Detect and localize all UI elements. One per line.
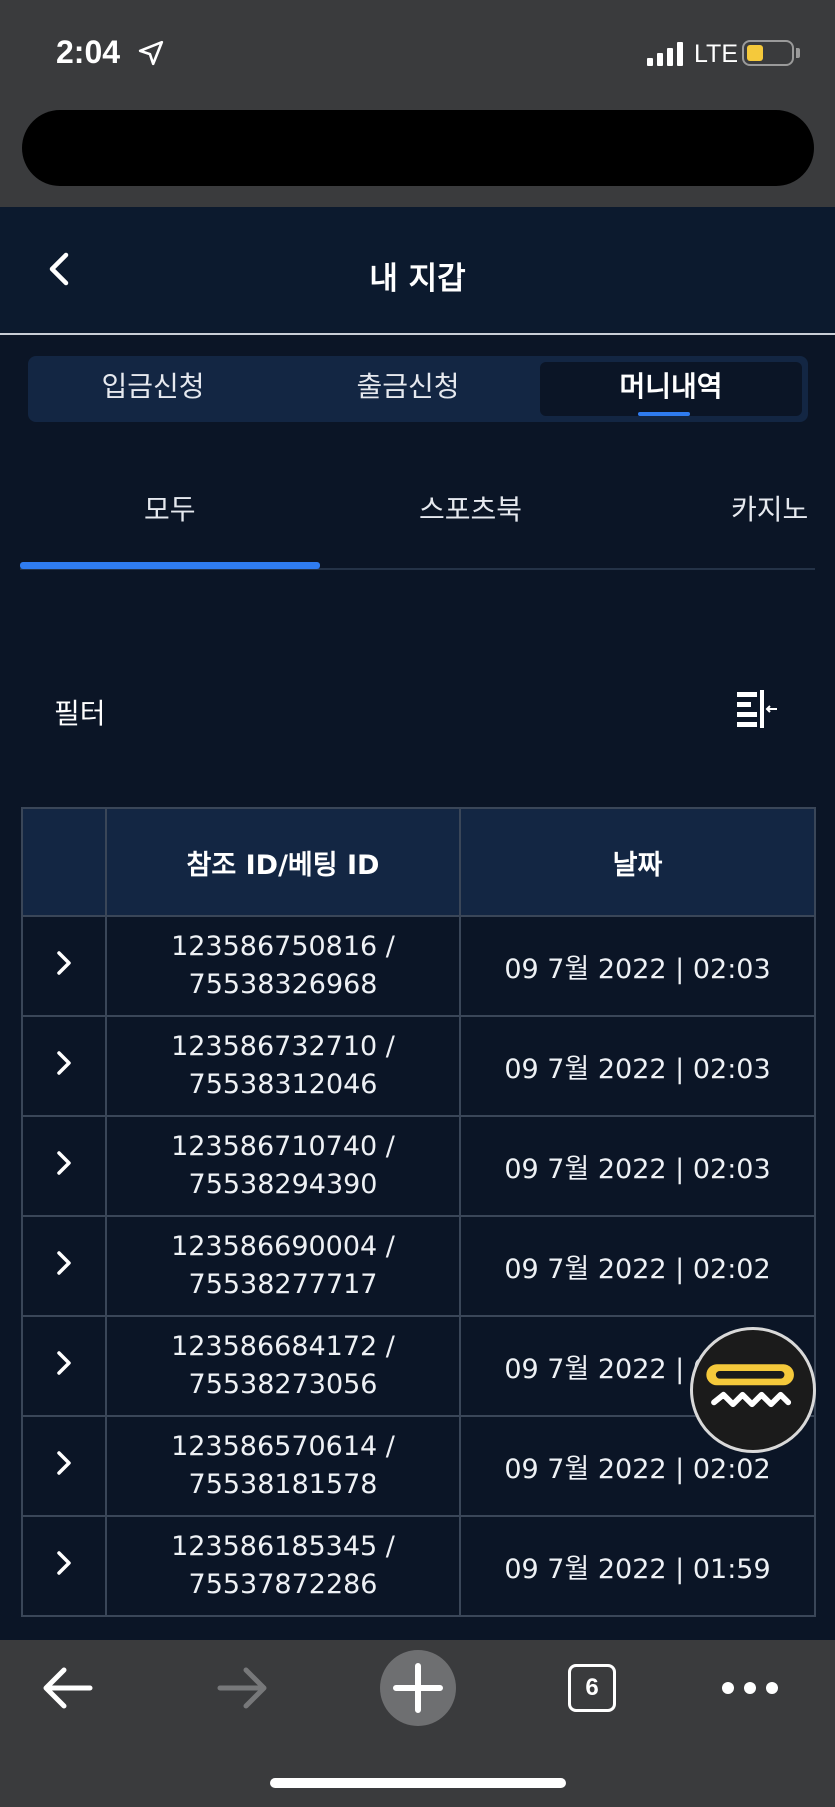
browser-toolbar: 6 <box>0 1640 835 1807</box>
row-expand-cell[interactable] <box>21 1015 107 1117</box>
segment-active-indicator <box>638 412 690 416</box>
header-expand <box>21 807 107 917</box>
header-date: 날짜 <box>459 807 816 917</box>
ref-id: 123586570614 / <box>171 1431 395 1462</box>
row-expand-cell[interactable] <box>21 1515 107 1617</box>
filter-icon[interactable] <box>733 686 781 730</box>
ref-bet-id-cell: 123586690004 / 75538277717 <box>105 1215 461 1317</box>
row-chevron-icon[interactable] <box>50 1549 78 1577</box>
segment-money-history[interactable]: 머니내역 <box>540 362 802 416</box>
table-row[interactable]: 123586710740 / 75538294390 09 7월 2022 | 0… <box>21 1115 816 1217</box>
ref-bet-id-cell: 123586684172 / 75538273056 <box>105 1315 461 1417</box>
ref-id: 123586732710 / <box>171 1031 395 1062</box>
bet-id: 75537872286 <box>188 1569 378 1600</box>
status-bar: 2:04 LTE <box>0 0 835 207</box>
network-label: LTE <box>694 40 738 68</box>
table-row[interactable]: 123586750816 / 75538326968 09 7월 2022 | 0… <box>21 915 816 1017</box>
ref-id: 123586185345 / <box>171 1531 395 1562</box>
row-expand-cell[interactable] <box>21 1315 107 1417</box>
address-bar[interactable] <box>22 110 814 186</box>
row-chevron-icon[interactable] <box>50 1049 78 1077</box>
page-title: 내 지갑 <box>369 261 466 297</box>
date-cell: 09 7월 2022 | 02:02 <box>459 1215 816 1317</box>
row-chevron-icon[interactable] <box>50 1349 78 1377</box>
ref-id: 123586750816 / <box>171 931 395 962</box>
tab-sportsbook[interactable]: 스포츠북 <box>419 488 522 528</box>
plus-icon <box>393 1663 443 1713</box>
bet-id: 75538277717 <box>188 1269 378 1300</box>
chat-bot-button[interactable] <box>690 1327 816 1453</box>
date-cell: 09 7월 2022 | 01:59 <box>459 1515 816 1617</box>
date-cell: 09 7월 2022 | 02:03 <box>459 1115 816 1217</box>
battery-tip <box>796 48 800 58</box>
bet-id: 75538273056 <box>188 1369 378 1400</box>
status-time: 2:04 <box>56 34 121 70</box>
new-tab-button[interactable] <box>380 1650 456 1726</box>
row-chevron-icon[interactable] <box>50 1149 78 1177</box>
tab-active-indicator <box>20 562 320 569</box>
row-expand-cell[interactable] <box>21 915 107 1017</box>
row-expand-cell[interactable] <box>21 1115 107 1217</box>
ref-bet-id-cell: 123586732710 / 75538312046 <box>105 1015 461 1117</box>
tab-casino[interactable]: 카지노 <box>731 488 808 528</box>
ref-bet-id-cell: 123586750816 / 75538326968 <box>105 915 461 1017</box>
row-chevron-icon[interactable] <box>50 1449 78 1477</box>
home-indicator <box>270 1778 566 1788</box>
segment-deposit[interactable]: 입금신청 <box>28 356 278 422</box>
tabs-icon[interactable]: 6 <box>568 1664 616 1712</box>
location-arrow-icon <box>138 40 164 66</box>
row-expand-cell[interactable] <box>21 1415 107 1517</box>
row-chevron-icon[interactable] <box>50 949 78 977</box>
browser-forward-icon <box>217 1667 267 1709</box>
row-chevron-icon[interactable] <box>50 1249 78 1277</box>
header-ref-bet-id: 참조 ID/베팅 ID <box>105 807 461 917</box>
bet-id: 75538181578 <box>188 1469 378 1500</box>
segment-withdraw[interactable]: 출금신청 <box>278 356 538 422</box>
filter-label[interactable]: 필터 <box>54 692 106 732</box>
ref-id: 123586684172 / <box>171 1331 395 1362</box>
date-cell: 09 7월 2022 | 02:03 <box>459 915 816 1017</box>
page-header: 내 지갑 <box>0 207 835 335</box>
table-row[interactable]: 123586185345 / 75537872286 09 7월 2022 | 0… <box>21 1515 816 1617</box>
ref-id: 123586710740 / <box>171 1131 395 1162</box>
more-icon[interactable] <box>720 1678 780 1698</box>
browser-back-icon[interactable] <box>40 1662 96 1714</box>
signal-icon <box>647 42 683 66</box>
bet-id: 75538326968 <box>188 969 378 1000</box>
bet-id: 75538294390 <box>188 1169 378 1200</box>
date-cell: 09 7월 2022 | 02:03 <box>459 1015 816 1117</box>
bet-id: 75538312046 <box>188 1069 378 1100</box>
ref-bet-id-cell: 123586185345 / 75537872286 <box>105 1515 461 1617</box>
table-header-row: 참조 ID/베팅 ID 날짜 <box>21 807 816 917</box>
tab-all[interactable]: 모두 <box>144 488 196 528</box>
chat-bot-icon <box>706 1364 794 1408</box>
ref-id: 123586690004 / <box>171 1231 395 1262</box>
ref-bet-id-cell: 123586570614 / 75538181578 <box>105 1415 461 1517</box>
battery-icon <box>742 40 794 66</box>
wallet-segment-control: 입금신청 출금신청 머니내역 <box>28 356 808 422</box>
table-row[interactable]: 123586732710 / 75538312046 09 7월 2022 | 0… <box>21 1015 816 1117</box>
row-expand-cell[interactable] <box>21 1215 107 1317</box>
ref-bet-id-cell: 123586710740 / 75538294390 <box>105 1115 461 1217</box>
money-history-table: 참조 ID/베팅 ID 날짜 123586750816 / 75538326968… <box>21 807 816 1617</box>
table-row[interactable]: 123586690004 / 75538277717 09 7월 2022 | 0… <box>21 1215 816 1317</box>
